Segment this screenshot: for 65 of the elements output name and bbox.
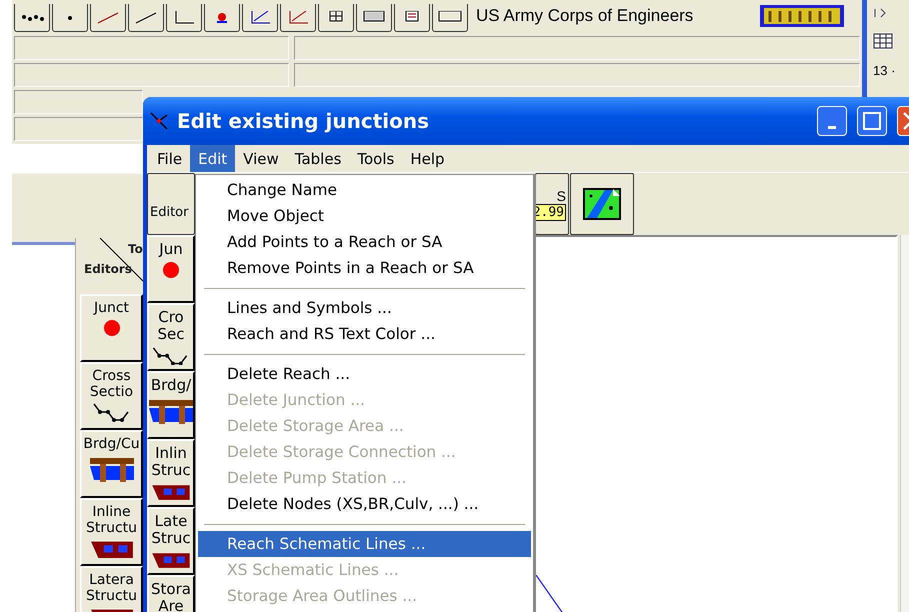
editors-tab[interactable]: Editors [84,262,132,276]
menu-item[interactable]: Delete Reach ... [198,361,531,387]
editor-button[interactable]: Inline Structu [80,498,143,566]
junction-icon [161,260,181,280]
toolbar-button[interactable] [318,4,354,32]
editors-tab[interactable]: Editor [147,173,195,235]
app-icon [149,111,169,131]
toolbar-button[interactable] [52,4,88,32]
text-field[interactable] [12,144,143,174]
table-icon [873,33,893,49]
toolbar-button[interactable] [128,4,164,32]
text-field[interactable] [14,63,289,87]
menu-item[interactable]: Change Name [198,177,531,203]
toolbar-button[interactable] [242,4,278,32]
text-field[interactable] [14,117,143,141]
side-window-text: 13 · [873,63,896,78]
menu-item[interactable]: Reach Schematic Lines ... [198,531,531,557]
minimize-icon [828,126,836,128]
editor-button[interactable]: Jun [147,235,195,303]
toolbar-button[interactable] [432,4,468,32]
toolbar-button[interactable] [14,4,50,32]
menu-item[interactable]: Delete Nodes (XS,BR,Culv, ...) ... [198,491,531,517]
editor-button[interactable]: Latera Structu [80,566,143,612]
organization-label: US Army Corps of Engineers [476,6,694,26]
minimize-button[interactable] [817,106,847,136]
window-title: Edit existing junctions [177,109,430,133]
toolbar-button[interactable] [280,4,316,32]
toolbar-button[interactable] [166,4,202,32]
menu-item[interactable]: Tools [349,145,402,172]
text-field[interactable] [294,36,860,60]
text-field[interactable] [294,63,860,87]
maximize-icon [863,112,881,130]
editor-button[interactable]: Brdg/ [147,371,195,439]
editor-button[interactable]: Stora Are [147,575,195,612]
menu-item[interactable]: File [149,145,190,172]
junction-icon [102,318,122,338]
maximize-button[interactable] [857,106,887,136]
menu-item[interactable]: Help [402,145,453,172]
point-icon [68,16,72,20]
toolbar-button[interactable] [204,4,240,32]
editor-button[interactable]: Brdg/Cu [80,430,143,498]
menu-item[interactable]: Lines and Symbols ... [198,295,531,321]
tools-tab[interactable]: To [128,242,143,256]
map-button[interactable] [570,173,634,235]
toolbar-button[interactable] [356,4,392,32]
menu-item[interactable]: Remove Points in a Reach or SA [198,255,531,281]
text-field[interactable] [14,36,289,60]
editor-button[interactable]: Cross Sectio [80,362,143,430]
menu-item[interactable]: Edit [190,145,236,172]
editor-button[interactable]: Junct [80,294,143,362]
menu-item[interactable]: View [235,145,287,172]
toolbar-button[interactable] [90,4,126,32]
box-icon [436,10,464,24]
editor-button[interactable]: Late Struc [147,507,195,575]
cross-section-icon [92,402,132,422]
menu-item[interactable]: Reach and RS Text Color ... [198,321,531,347]
toolbar-button[interactable] [394,4,430,32]
profile-label: S [556,188,566,204]
map-icon [583,188,621,220]
menu-item[interactable]: Move Object [198,203,531,229]
menu-item[interactable]: Add Points to a Reach or SA [198,229,531,255]
menu-item[interactable]: Tables [286,145,350,172]
editor-button[interactable]: Inlin Struc [147,439,195,507]
text-field[interactable] [14,90,143,114]
editor-button[interactable]: Cro Sec [147,303,195,371]
